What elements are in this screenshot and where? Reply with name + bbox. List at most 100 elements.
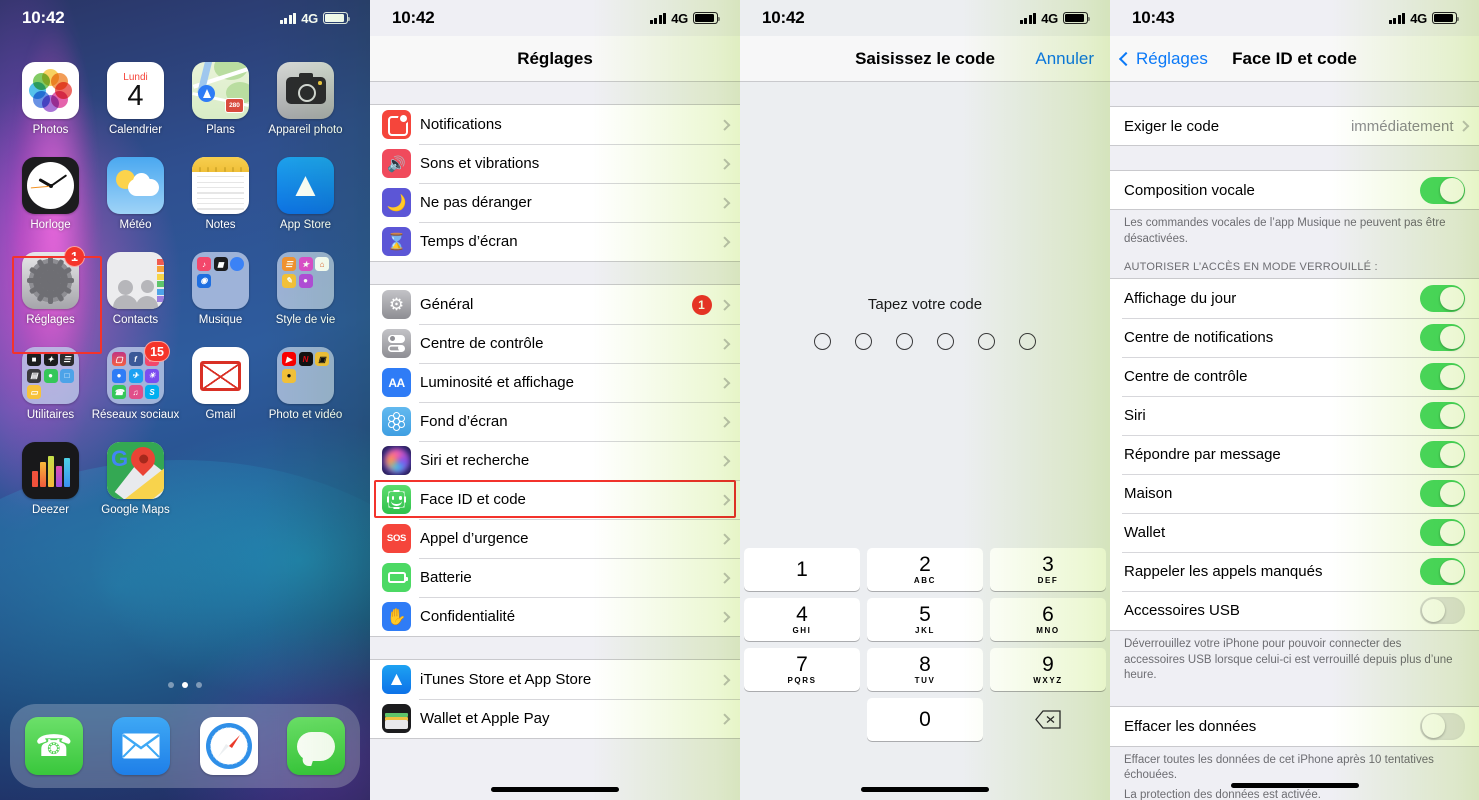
key-4[interactable]: 4 GHI <box>744 598 860 641</box>
settings-row-notifications[interactable]: Notifications <box>370 105 740 144</box>
cancel-button[interactable]: Annuler <box>1035 49 1094 69</box>
app-calendrier[interactable]: Lundi 4 Calendrier <box>93 62 178 136</box>
toggle-affichage-du-jour[interactable] <box>1420 285 1465 313</box>
privacy-icon: ✋ <box>382 602 411 631</box>
settings-row-centre-de-controle[interactable]: Centre de contrôle <box>370 324 740 363</box>
app-google-maps[interactable]: G Google Maps <box>93 442 178 516</box>
app-utilitaires-folder[interactable]: ■ ✦ ☰ ▤ ● □ ▭ Utilitaires <box>8 347 93 421</box>
app-plans[interactable]: 280 Plans <box>178 62 263 136</box>
chevron-right-icon <box>718 494 730 505</box>
battery-icon <box>382 563 411 592</box>
app-photo-et-video-folder[interactable]: ▶ N ▣ ● Photo et vidéo <box>263 347 348 421</box>
settings-navbar: Réglages <box>370 36 740 82</box>
row-siri[interactable]: Siri <box>1110 396 1479 435</box>
row-composition-vocale[interactable]: Composition vocale <box>1110 171 1479 209</box>
faceid-scroll[interactable]: Exiger le code immédiatement Composition… <box>1110 82 1479 800</box>
app-reseaux-sociaux-folder[interactable]: ▢ f ✉ ● ✈ ☀ ☎ ♫ S 15 Réseaux sociaux <box>91 341 180 421</box>
app-contacts[interactable]: Contacts <box>93 252 178 326</box>
key-5[interactable]: 5 JKL <box>867 598 983 641</box>
back-label: Réglages <box>1136 48 1208 68</box>
settings-row-fond-decran[interactable]: Fond d’écran <box>370 402 740 441</box>
chevron-left-icon <box>1118 51 1134 66</box>
key-2[interactable]: 2 ABC <box>867 548 983 591</box>
app-horloge[interactable]: Horloge <box>8 157 93 231</box>
toggle-centre-de-notifications[interactable] <box>1420 324 1465 352</box>
messages-icon[interactable] <box>287 717 346 775</box>
row-accessoires-usb[interactable]: Accessoires USB <box>1110 591 1479 630</box>
settings-row-wallet[interactable]: Wallet et Apple Pay <box>370 699 740 738</box>
toggle-maison[interactable] <box>1420 480 1465 508</box>
row-effacer-les-donnees[interactable]: Effacer les données <box>1110 707 1479 746</box>
settings-row-siri[interactable]: Siri et recherche <box>370 441 740 480</box>
settings-row-batterie[interactable]: Batterie <box>370 558 740 597</box>
app-meteo[interactable]: Météo <box>93 157 178 231</box>
highway-shield: 280 <box>225 98 244 113</box>
toggle-wallet[interactable] <box>1420 519 1465 547</box>
maps-icon: 280 <box>192 62 249 119</box>
key-3[interactable]: 3 DEF <box>990 548 1106 591</box>
settings-row-general[interactable]: ⚙ Général 1 <box>370 285 740 324</box>
app-gmail[interactable]: Gmail <box>178 347 263 421</box>
row-label: Ne pas déranger <box>420 194 532 211</box>
settings-row-face-id-et-code[interactable]: Face ID et code <box>370 480 740 519</box>
app-musique-folder[interactable]: ♪ ◼ ◉ Musique <box>178 252 263 326</box>
key-7[interactable]: 7 PQRS <box>744 648 860 691</box>
row-centre-de-controle[interactable]: Centre de contrôle <box>1110 357 1479 396</box>
row-label: Rappeler les appels manqués <box>1124 563 1323 581</box>
app-deezer[interactable]: Deezer <box>8 442 93 516</box>
row-repondre-par-message[interactable]: Répondre par message <box>1110 435 1479 474</box>
key-1[interactable]: 1 <box>744 548 860 591</box>
group-require-code: Exiger le code immédiatement <box>1110 106 1479 146</box>
app-label: Appareil photo <box>268 124 343 136</box>
key-6[interactable]: 6 MNO <box>990 598 1106 641</box>
toggle-rappeler-les-appels-manques[interactable] <box>1420 558 1465 586</box>
app-photos[interactable]: Photos <box>8 62 93 136</box>
home-indicator[interactable] <box>861 787 989 792</box>
app-appareil-photo[interactable]: Appareil photo <box>263 62 348 136</box>
app-notes[interactable]: Notes <box>178 157 263 231</box>
safari-icon[interactable] <box>199 717 258 775</box>
row-centre-de-notifications[interactable]: Centre de notifications <box>1110 318 1479 357</box>
home-indicator[interactable] <box>491 787 619 792</box>
page-indicator[interactable] <box>0 682 370 688</box>
key-0[interactable]: 0 <box>867 698 983 741</box>
signal-bars-icon <box>279 12 297 24</box>
key-number: 4 <box>796 603 808 626</box>
app-style-de-vie-folder[interactable]: ☰ ★ ⌂ ✎ ● Style de vie <box>263 252 348 326</box>
app-row: Horloge Météo Notes ▲ App Store <box>8 157 362 252</box>
delete-key-icon[interactable] <box>990 698 1106 741</box>
settings-row-sons[interactable]: 🔊 Sons et vibrations <box>370 144 740 183</box>
row-rappeler-les-appels-manques[interactable]: Rappeler les appels manqués <box>1110 552 1479 591</box>
photos-icon <box>22 62 79 119</box>
app-reglages[interactable]: 1 Réglages <box>8 246 93 326</box>
deezer-icon <box>22 442 79 499</box>
app-label: Réseaux sociaux <box>91 409 180 421</box>
toggle-centre-de-controle[interactable] <box>1420 363 1465 391</box>
network-label: 4G <box>301 10 318 26</box>
toggle-composition-vocale[interactable] <box>1420 176 1465 204</box>
back-button[interactable]: Réglages <box>1118 48 1208 69</box>
row-maison[interactable]: Maison <box>1110 474 1479 513</box>
settings-row-ne-pas-deranger[interactable]: 🌙 Ne pas déranger <box>370 183 740 222</box>
keypad-row: 1 2 ABC 3 DEF <box>744 548 1106 591</box>
row-affichage-du-jour[interactable]: Affichage du jour <box>1110 279 1479 318</box>
settings-row-luminosite[interactable]: AA Luminosité et affichage <box>370 363 740 402</box>
toggle-repondre-par-message[interactable] <box>1420 441 1465 469</box>
app-app-store[interactable]: ▲ App Store <box>263 157 348 231</box>
toggle-effacer-les-donnees[interactable] <box>1420 712 1465 740</box>
row-wallet[interactable]: Wallet <box>1110 513 1479 552</box>
settings-row-temps-decran[interactable]: ⌛ Temps d’écran <box>370 222 740 261</box>
row-exiger-le-code[interactable]: Exiger le code immédiatement <box>1110 107 1479 145</box>
settings-row-confidentialite[interactable]: ✋ Confidentialité <box>370 597 740 636</box>
mail-icon[interactable] <box>112 717 171 775</box>
key-9[interactable]: 9 WXYZ <box>990 648 1106 691</box>
key-8[interactable]: 8 TUV <box>867 648 983 691</box>
settings-scroll[interactable]: Notifications 🔊 Sons et vibrations 🌙 Ne … <box>370 82 740 800</box>
phone-icon[interactable]: ☎ <box>24 717 83 775</box>
settings-row-itunes-store[interactable]: ▲ iTunes Store et App Store <box>370 660 740 699</box>
toggle-siri[interactable] <box>1420 402 1465 430</box>
settings-row-appel-durgence[interactable]: SOS Appel d’urgence <box>370 519 740 558</box>
home-indicator[interactable] <box>1230 783 1359 788</box>
toggle-accessoires-usb[interactable] <box>1420 597 1465 625</box>
itunes-store-icon: ▲ <box>382 665 411 694</box>
